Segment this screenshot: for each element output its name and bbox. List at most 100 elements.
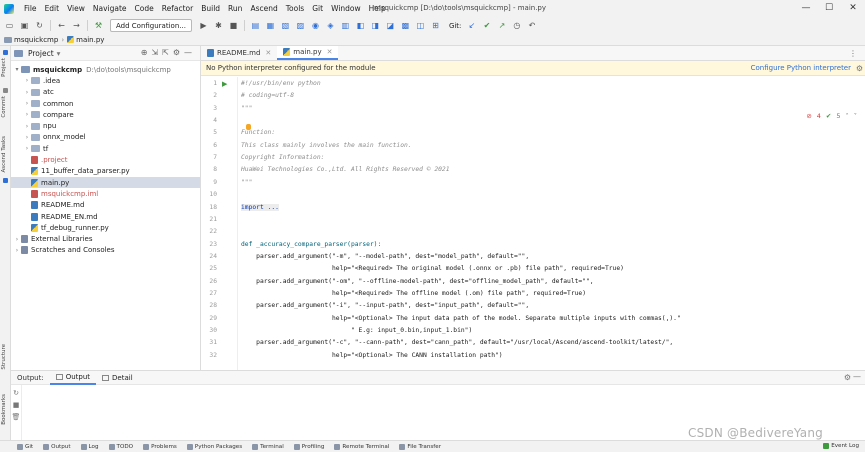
stop-icon[interactable]: ■	[11, 401, 21, 409]
project-panel-title[interactable]: Project	[28, 49, 54, 58]
save-all-icon[interactable]: ▣	[18, 19, 31, 32]
hide-icon[interactable]: —	[184, 48, 192, 57]
stop-icon[interactable]: ■	[227, 19, 240, 32]
trash-icon[interactable]: 🗑	[11, 413, 21, 421]
tool-remote-terminal[interactable]: Remote Terminal	[329, 443, 394, 450]
debug-icon[interactable]: ✱	[212, 19, 225, 32]
configure-interpreter-link[interactable]: Configure Python interpreter	[751, 64, 851, 72]
menu-navigate[interactable]: Navigate	[89, 4, 131, 13]
ascend-tool-9-icon[interactable]: ◨	[369, 19, 382, 32]
ascend-tool-4-icon[interactable]: ▨	[294, 19, 307, 32]
structure-tool-tab[interactable]: Structure	[1, 344, 7, 370]
project-tool-tab[interactable]: Project	[1, 58, 7, 77]
menu-build[interactable]: Build	[197, 4, 224, 13]
ascend-tool-12-icon[interactable]: ◫	[414, 19, 427, 32]
maximize-button[interactable]: ☐	[816, 1, 842, 15]
chevron-right-icon[interactable]: ›	[13, 247, 21, 254]
collapse-all-icon[interactable]: ⇱	[162, 48, 169, 57]
breadcrumb-file[interactable]: main.py	[67, 36, 104, 44]
tree-item-atc[interactable]: › atc	[11, 87, 200, 98]
breadcrumb-project[interactable]: msquickcmp	[4, 36, 58, 44]
build-hammer-icon[interactable]: ⚒	[92, 19, 105, 32]
tree-item-scratches[interactable]: › Scratches and Consoles	[11, 245, 200, 256]
tool-terminal[interactable]: Terminal	[247, 443, 289, 450]
tab-detail[interactable]: Detail	[96, 371, 139, 385]
tree-item-idea[interactable]: › .idea	[11, 75, 200, 86]
tool-problems[interactable]: Problems	[138, 443, 182, 450]
chevron-up-icon[interactable]: ˄	[846, 112, 849, 120]
expand-all-icon[interactable]: ⇲	[151, 48, 158, 57]
tool-output[interactable]: Output	[38, 443, 75, 450]
git-commit-icon[interactable]: ✔	[480, 19, 493, 32]
open-folder-icon[interactable]: ▭	[3, 19, 16, 32]
tree-item-common[interactable]: › common	[11, 98, 200, 109]
git-rollback-icon[interactable]: ↶	[525, 19, 538, 32]
chevron-right-icon[interactable]: ›	[13, 236, 21, 243]
more-icon[interactable]: ⋮	[849, 49, 857, 58]
tree-item-iml[interactable]: msquickcmp.iml	[11, 188, 200, 199]
tool-profiling[interactable]: Profiling	[289, 443, 330, 450]
tree-item-main-py[interactable]: main.py	[11, 176, 200, 189]
ascend-tool-1-icon[interactable]: ▤	[249, 19, 262, 32]
chevron-down-icon[interactable]: ▾	[13, 66, 21, 73]
tool-todo[interactable]: TODO	[104, 443, 139, 450]
gear-icon[interactable]: ⚙	[173, 48, 180, 57]
locate-icon[interactable]: ⊕	[141, 48, 148, 57]
chevron-down-icon[interactable]: ▾	[57, 49, 61, 58]
chevron-down-icon[interactable]: ˅	[854, 112, 857, 120]
ascend-tool-6-icon[interactable]: ◈	[324, 19, 337, 32]
tab-readme[interactable]: README.md ✕	[201, 46, 277, 60]
git-update-icon[interactable]: ↙	[465, 19, 478, 32]
tree-item-buffer-parser[interactable]: 11_buffer_data_parser.py	[11, 166, 200, 177]
tab-main-py[interactable]: main.py ✕	[277, 46, 339, 60]
sync-icon[interactable]: ↻	[33, 19, 46, 32]
chevron-right-icon[interactable]: ›	[23, 100, 31, 107]
run-gutter-icon[interactable]: ▶	[222, 80, 227, 88]
gear-icon[interactable]: ⚙	[856, 64, 863, 73]
close-icon[interactable]: ✕	[265, 49, 271, 57]
gear-icon[interactable]: ⚙	[844, 373, 851, 382]
menu-run[interactable]: Run	[224, 4, 246, 13]
commit-tool-tab[interactable]: Commit	[1, 96, 7, 118]
chevron-right-icon[interactable]: ›	[23, 134, 31, 141]
menu-view[interactable]: View	[63, 4, 89, 13]
tool-file-transfer[interactable]: File Transfer	[394, 443, 446, 450]
ascend-tool-11-icon[interactable]: ▩	[399, 19, 412, 32]
ascend-tool-5-icon[interactable]: ◉	[309, 19, 322, 32]
menu-code[interactable]: Code	[131, 4, 158, 13]
tab-output[interactable]: Output	[49, 371, 97, 385]
back-icon[interactable]: ←	[55, 19, 68, 32]
ascend-tool-2-icon[interactable]: ▦	[264, 19, 277, 32]
close-icon[interactable]: ✕	[327, 48, 333, 56]
git-history-icon[interactable]: ◷	[510, 19, 523, 32]
tool-log[interactable]: Log	[76, 443, 104, 450]
ascend-tool-8-icon[interactable]: ◧	[354, 19, 367, 32]
chevron-right-icon[interactable]: ›	[23, 123, 31, 130]
tree-item-readme[interactable]: README.md	[11, 200, 200, 211]
run-icon[interactable]: ▶	[197, 19, 210, 32]
tree-item-external-libraries[interactable]: › External Libraries	[11, 233, 200, 244]
menu-edit[interactable]: Edit	[41, 4, 64, 13]
tool-git[interactable]: Git	[12, 443, 38, 450]
ascend-tasks-tool-tab[interactable]: Ascend Tasks	[1, 136, 7, 173]
chevron-right-icon[interactable]: ›	[23, 111, 31, 118]
tool-python-packages[interactable]: Python Packages	[182, 443, 247, 450]
menu-ascend[interactable]: Ascend	[246, 4, 281, 13]
menu-file[interactable]: File	[20, 4, 41, 13]
rerun-icon[interactable]: ↻	[11, 389, 21, 397]
tree-item-readme-en[interactable]: README_EN.md	[11, 211, 200, 222]
ascend-tool-13-icon[interactable]: ⊞	[429, 19, 442, 32]
forward-icon[interactable]: →	[70, 19, 83, 32]
event-log[interactable]: Event Log	[823, 443, 859, 449]
menu-window[interactable]: Window	[327, 4, 365, 13]
chevron-right-icon[interactable]: ›	[23, 77, 31, 84]
tree-item-tf-debug-runner[interactable]: tf_debug_runner.py	[11, 222, 200, 233]
ascend-tool-10-icon[interactable]: ◪	[384, 19, 397, 32]
tree-item-compare[interactable]: › compare	[11, 109, 200, 120]
inspection-widget[interactable]: ⊘ 4 ✔ 5 ˄ ˅	[806, 112, 857, 120]
menu-git[interactable]: Git	[308, 4, 327, 13]
tree-item-npu[interactable]: › npu	[11, 120, 200, 131]
menu-tools[interactable]: Tools	[282, 4, 308, 13]
code-editor[interactable]: 1 2 3 4 5 6 7 8 9 10 18 21 22 23 24 25 26 27 28 29 30 31 32 ▶ …	[201, 77, 865, 370]
chevron-right-icon[interactable]: ›	[23, 89, 31, 96]
